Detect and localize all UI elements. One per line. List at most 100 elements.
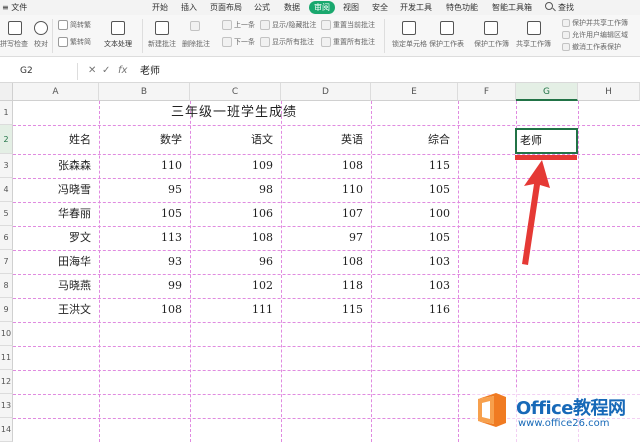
row-header-2[interactable]: 2 — [0, 125, 13, 154]
proofread-label[interactable]: 校对 — [34, 40, 48, 49]
protect-share-button[interactable]: 保护并共享工作簿 — [572, 19, 628, 28]
reset-current-comment-icon[interactable] — [321, 20, 331, 30]
table-cell[interactable]: 96 — [190, 250, 281, 274]
menu-special-features[interactable]: 特色功能 — [446, 1, 478, 14]
table-cell[interactable]: 华春丽 — [13, 202, 99, 226]
table-cell[interactable]: 111 — [190, 298, 281, 322]
column-header-f[interactable]: F — [458, 83, 516, 101]
simp-to-trad-button[interactable]: 简转繁 — [70, 21, 91, 30]
table-cell[interactable]: 109 — [190, 154, 281, 178]
table-cell[interactable]: 张森森 — [13, 154, 99, 178]
spellcheck-icon[interactable] — [8, 21, 22, 35]
row-header-14[interactable]: 14 — [0, 418, 13, 442]
delete-comment-icon[interactable] — [190, 21, 200, 31]
header-chinese[interactable]: 语文 — [190, 128, 281, 152]
table-cell[interactable]: 110 — [99, 154, 190, 178]
header-math[interactable]: 数学 — [99, 128, 190, 152]
formula-input[interactable]: 老师 — [140, 63, 620, 80]
spellcheck-label[interactable]: 拼写检查 — [0, 40, 28, 49]
file-menu[interactable]: ≡ 文件 — [2, 1, 27, 14]
column-header-h[interactable]: H — [578, 83, 640, 101]
search-icon[interactable] — [545, 2, 553, 10]
table-cell[interactable]: 93 — [99, 250, 190, 274]
protect-sheet-icon[interactable] — [440, 21, 454, 35]
row-header-10[interactable]: 10 — [0, 322, 13, 346]
menu-home[interactable]: 开始 — [152, 1, 168, 14]
table-cell[interactable]: 108 — [190, 226, 281, 250]
new-comment-icon[interactable] — [155, 21, 169, 35]
row-header-12[interactable]: 12 — [0, 370, 13, 394]
select-all-corner[interactable] — [0, 83, 13, 101]
table-cell[interactable]: 97 — [281, 226, 371, 250]
table-cell[interactable]: 105 — [99, 202, 190, 226]
share-workbook-button[interactable]: 共享工作簿 — [516, 40, 551, 49]
table-cell[interactable]: 110 — [281, 178, 371, 202]
protect-workbook-button[interactable]: 保护工作簿 — [474, 40, 509, 49]
menu-review[interactable]: 审阅 — [309, 1, 335, 14]
next-comment-button[interactable]: 下一条 — [234, 38, 255, 47]
convert-simp-icon[interactable] — [58, 37, 68, 47]
reset-all-comments-icon[interactable] — [321, 37, 331, 47]
delete-comment-button[interactable]: 删除批注 — [182, 40, 210, 49]
column-header-g[interactable]: G — [516, 83, 578, 101]
table-cell[interactable]: 冯晓雪 — [13, 178, 99, 202]
share-workbook-icon[interactable] — [527, 21, 541, 35]
table-cell[interactable]: 100 — [371, 202, 458, 226]
table-cell[interactable]: 马晓燕 — [13, 274, 99, 298]
table-cell[interactable]: 田海华 — [13, 250, 99, 274]
row-header-11[interactable]: 11 — [0, 346, 13, 370]
lock-cell-icon[interactable] — [402, 21, 416, 35]
table-cell[interactable]: 118 — [281, 274, 371, 298]
name-box[interactable]: G2 — [0, 63, 78, 80]
table-cell[interactable]: 113 — [99, 226, 190, 250]
table-cell[interactable]: 115 — [371, 154, 458, 178]
show-all-comments-button[interactable]: 显示所有批注 — [272, 38, 314, 47]
row-header-9[interactable]: 9 — [0, 298, 13, 322]
table-cell[interactable]: 95 — [99, 178, 190, 202]
menu-data[interactable]: 数据 — [284, 1, 300, 14]
proofread-icon[interactable] — [34, 21, 48, 35]
table-cell[interactable]: 108 — [281, 154, 371, 178]
menu-smart-toolbox[interactable]: 智能工具箱 — [492, 1, 532, 14]
allow-edit-icon[interactable] — [562, 31, 570, 39]
row-header-8[interactable]: 8 — [0, 274, 13, 298]
table-cell[interactable]: 106 — [190, 202, 281, 226]
row-header-7[interactable]: 7 — [0, 250, 13, 274]
text-processing-button[interactable]: 文本处理 — [104, 40, 132, 49]
convert-trad-icon[interactable] — [58, 20, 68, 30]
table-cell[interactable]: 102 — [190, 274, 281, 298]
table-cell[interactable]: 108 — [99, 298, 190, 322]
header-english[interactable]: 英语 — [281, 128, 371, 152]
row-header-3[interactable]: 3 — [0, 154, 13, 178]
menu-view[interactable]: 视图 — [343, 1, 359, 14]
menu-developer[interactable]: 开发工具 — [400, 1, 432, 14]
allow-edit-ranges-button[interactable]: 允许用户编辑区域 — [572, 31, 628, 40]
header-name[interactable]: 姓名 — [13, 128, 99, 152]
cancel-icon[interactable]: ✕ — [88, 64, 96, 78]
new-comment-button[interactable]: 新建批注 — [148, 40, 176, 49]
show-hide-comment-button[interactable]: 显示/隐藏批注 — [272, 21, 316, 30]
undo-protect-button[interactable]: 撤消工作表保护 — [572, 43, 621, 52]
column-header-d[interactable]: D — [281, 83, 371, 101]
table-cell[interactable]: 99 — [99, 274, 190, 298]
show-hide-comment-icon[interactable] — [260, 20, 270, 30]
reset-current-comment-button[interactable]: 重置当前批注 — [333, 21, 375, 30]
table-cell[interactable]: 105 — [371, 226, 458, 250]
active-cell-g2[interactable]: 老师 — [515, 128, 578, 154]
show-all-comments-icon[interactable] — [260, 37, 270, 47]
confirm-icon[interactable]: ✓ — [102, 64, 110, 78]
column-header-a[interactable]: A — [13, 83, 99, 101]
fx-icon[interactable]: fx — [118, 64, 127, 78]
menu-page-layout[interactable]: 页面布局 — [210, 1, 242, 14]
prev-comment-button[interactable]: 上一条 — [234, 21, 255, 30]
reset-all-comments-button[interactable]: 重置所有批注 — [333, 38, 375, 47]
next-comment-icon[interactable] — [222, 37, 232, 47]
table-cell[interactable]: 115 — [281, 298, 371, 322]
table-cell[interactable]: 103 — [371, 274, 458, 298]
undo-protect-icon[interactable] — [562, 43, 570, 51]
row-header-4[interactable]: 4 — [0, 178, 13, 202]
menu-formulas[interactable]: 公式 — [254, 1, 270, 14]
lock-cell-button[interactable]: 锁定单元格 — [392, 40, 427, 49]
table-cell[interactable]: 罗文 — [13, 226, 99, 250]
table-cell[interactable]: 108 — [281, 250, 371, 274]
